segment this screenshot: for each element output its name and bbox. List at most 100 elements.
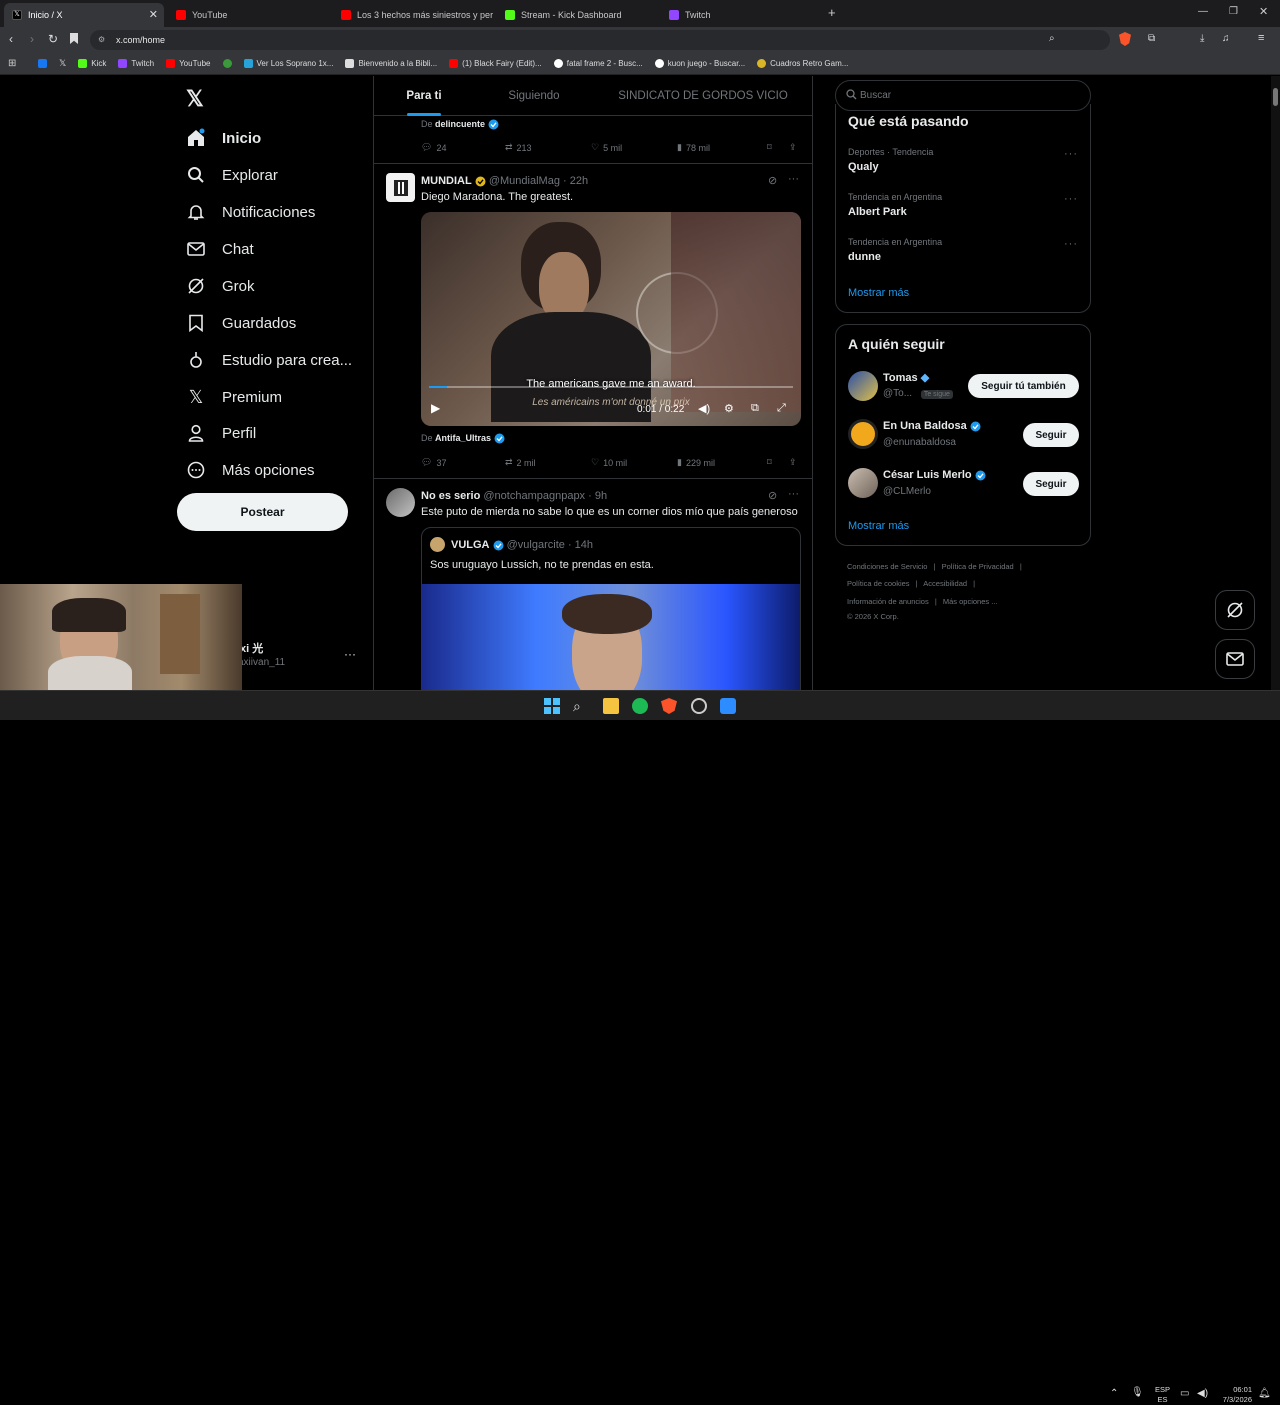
more-icon[interactable]: ···	[788, 488, 799, 500]
footer-link[interactable]: Accesibilidad	[923, 579, 967, 588]
repost-button[interactable]: ⇄ 213	[505, 142, 591, 153]
author-handle[interactable]: @notchampagnpapx	[483, 490, 585, 502]
nav-item-inicio[interactable]: Inicio	[186, 128, 261, 148]
video-progress-track[interactable]	[429, 386, 793, 388]
address-bar[interactable]: ⚙ x.com/home	[90, 30, 1110, 50]
bookmark-kick[interactable]: Kick	[78, 59, 106, 68]
language-indicator[interactable]: ESP ES	[1155, 1385, 1170, 1405]
nav-item-chat[interactable]: Chat	[186, 239, 254, 259]
trend-more-icon[interactable]: ···	[1064, 193, 1078, 205]
trend-item[interactable]: Tendencia en Argentina Albert Park	[848, 192, 1078, 218]
page-scrollbar[interactable]	[1271, 76, 1280, 690]
bookmark-facebook[interactable]	[38, 59, 47, 68]
footer-link[interactable]: Más opciones ...	[943, 597, 998, 606]
follow-button[interactable]: Seguir	[1023, 472, 1079, 496]
grok-analyze-icon[interactable]: ⊘	[768, 174, 777, 187]
bookmark-youtube[interactable]: YouTube	[166, 59, 211, 68]
play-icon[interactable]: ▶	[431, 401, 440, 415]
footer-link[interactable]: Política de Privacidad	[942, 562, 1014, 571]
like-button[interactable]: ♡ 5 mil	[591, 142, 677, 153]
bookmark-twitch[interactable]: Twitch	[118, 59, 154, 68]
brave-shield-icon[interactable]	[1119, 32, 1131, 46]
close-tab-icon[interactable]: ✕	[149, 8, 158, 21]
nav-item-grok[interactable]: Grok	[186, 276, 255, 296]
bookmark-black-fairy[interactable]: (1) Black Fairy (Edit)...	[449, 59, 542, 68]
more-icon[interactable]: ···	[788, 173, 799, 185]
network-icon[interactable]: ▭	[1180, 1388, 1189, 1399]
account-name[interactable]: xi 光	[240, 640, 263, 656]
bookmark-button[interactable]: ⌑	[767, 142, 789, 153]
account-menu-icon[interactable]: ···	[344, 647, 356, 661]
fullscreen-icon[interactable]: ⤢	[777, 402, 786, 415]
nav-item-guardados[interactable]: Guardados	[186, 313, 296, 333]
apps-grid-icon[interactable]: ⊞	[8, 58, 16, 69]
quote-media[interactable]	[422, 584, 800, 690]
post-button[interactable]: Postear	[177, 493, 348, 531]
author-name[interactable]: MUNDIAL	[421, 175, 472, 187]
file-explorer-icon[interactable]	[603, 698, 619, 714]
reply-button[interactable]: 💬︎ 24	[421, 142, 505, 153]
notifications-icon[interactable]: 🔔︎	[1258, 1388, 1271, 1399]
follow-show-more[interactable]: Mostrar más	[848, 520, 909, 532]
x-logo-icon[interactable]: 𝕏	[186, 86, 204, 112]
bookmark-button[interactable]: ⌑	[767, 457, 789, 468]
avatar[interactable]	[386, 173, 415, 202]
restore-icon[interactable]: ❐	[1229, 6, 1238, 17]
settings-icon[interactable]: ⚙	[724, 402, 734, 415]
grok-analyze-icon[interactable]: ⊘	[768, 489, 777, 502]
nav-item-explorar[interactable]: Explorar	[186, 165, 278, 185]
trend-item[interactable]: Deportes · Tendencia Qualy	[848, 147, 1078, 173]
bookmark-page-icon[interactable]	[70, 33, 78, 44]
clock[interactable]: 06:01 7/3/2026	[1218, 1385, 1252, 1405]
reply-button[interactable]: 💬︎ 37	[421, 457, 505, 468]
tab-video[interactable]: Los 3 hechos más siniestros y perturb	[333, 3, 493, 27]
like-button[interactable]: ♡ 10 mil	[591, 457, 677, 468]
nav-item-notificaciones[interactable]: Notificaciones	[186, 202, 315, 222]
suggestion-name[interactable]: Tomas ◆	[883, 371, 929, 384]
bookmark-green[interactable]	[222, 59, 232, 68]
close-window-icon[interactable]: ✕	[1259, 5, 1268, 18]
browser-menu-icon[interactable]: ≡	[1258, 32, 1264, 44]
tab-sindicato[interactable]: SINDICATO DE GORDOS VICIO	[594, 76, 812, 116]
avatar[interactable]	[848, 468, 878, 498]
follow-button[interactable]: Seguir	[1023, 423, 1079, 447]
bookmark-fatal-frame[interactable]: fatal frame 2 - Busc...	[553, 59, 643, 68]
tab-kick[interactable]: Stream - Kick Dashboard	[497, 3, 657, 27]
bookmark-cuadros[interactable]: Cuadros Retro Gam...	[757, 59, 848, 68]
media-icon[interactable]: ♫	[1222, 33, 1230, 44]
follow-back-button[interactable]: Seguir tú también	[968, 374, 1079, 398]
tab-x-home[interactable]: 𝕏 Inicio / X ✕	[4, 3, 164, 27]
bookmark-soprano[interactable]: Ver Los Soprano 1x...	[243, 59, 333, 68]
tab-youtube[interactable]: YouTube	[168, 3, 328, 27]
site-info-icon[interactable]: ⚙	[98, 35, 105, 44]
messages-float-button[interactable]	[1215, 639, 1255, 679]
microphone-icon[interactable]: 🎙︎	[1131, 1387, 1144, 1398]
video-player[interactable]: The americans gave me an award. Les amér…	[421, 212, 801, 426]
suggestion-name[interactable]: César Luis Merlo	[883, 469, 986, 481]
suggestion-name[interactable]: En Una Baldosa	[883, 420, 981, 432]
windows-start-icon[interactable]	[544, 698, 560, 714]
quoted-tweet[interactable]: VULGA @vulgarcite · 14h Sos uruguayo Lus…	[421, 527, 801, 690]
nav-item-estudio[interactable]: Estudio para crea...	[186, 350, 352, 370]
forward-icon[interactable]: ›	[30, 32, 34, 46]
spotify-icon[interactable]	[632, 698, 648, 714]
extensions-icon[interactable]: ⧉	[1148, 33, 1155, 44]
trends-show-more[interactable]: Mostrar más	[848, 287, 909, 299]
trend-more-icon[interactable]: ···	[1064, 238, 1078, 250]
search-icon[interactable]: ⌕	[573, 698, 589, 714]
footer-link[interactable]: Información de anuncios	[847, 597, 929, 606]
back-icon[interactable]: ‹	[9, 32, 13, 46]
scrollbar-thumb[interactable]	[1273, 88, 1278, 106]
volume-icon[interactable]: ◀)	[1197, 1388, 1208, 1399]
nav-item-mas-opciones[interactable]: Más opciones	[186, 460, 315, 480]
avatar[interactable]	[848, 419, 878, 449]
avatar[interactable]	[848, 371, 878, 401]
author-handle[interactable]: @MundialMag	[489, 175, 560, 187]
trend-more-icon[interactable]: ···	[1064, 148, 1078, 160]
tweet-time[interactable]: · 22h	[563, 175, 588, 187]
trend-item[interactable]: Tendencia en Argentina dunne	[848, 237, 1078, 263]
tray-chevron-icon[interactable]: ⌃	[1110, 1388, 1118, 1399]
repost-button[interactable]: ⇄ 2 mil	[505, 457, 591, 468]
views-button[interactable]: ▮ 229 mil	[677, 457, 767, 468]
pip-icon[interactable]: ⧉	[751, 402, 759, 415]
